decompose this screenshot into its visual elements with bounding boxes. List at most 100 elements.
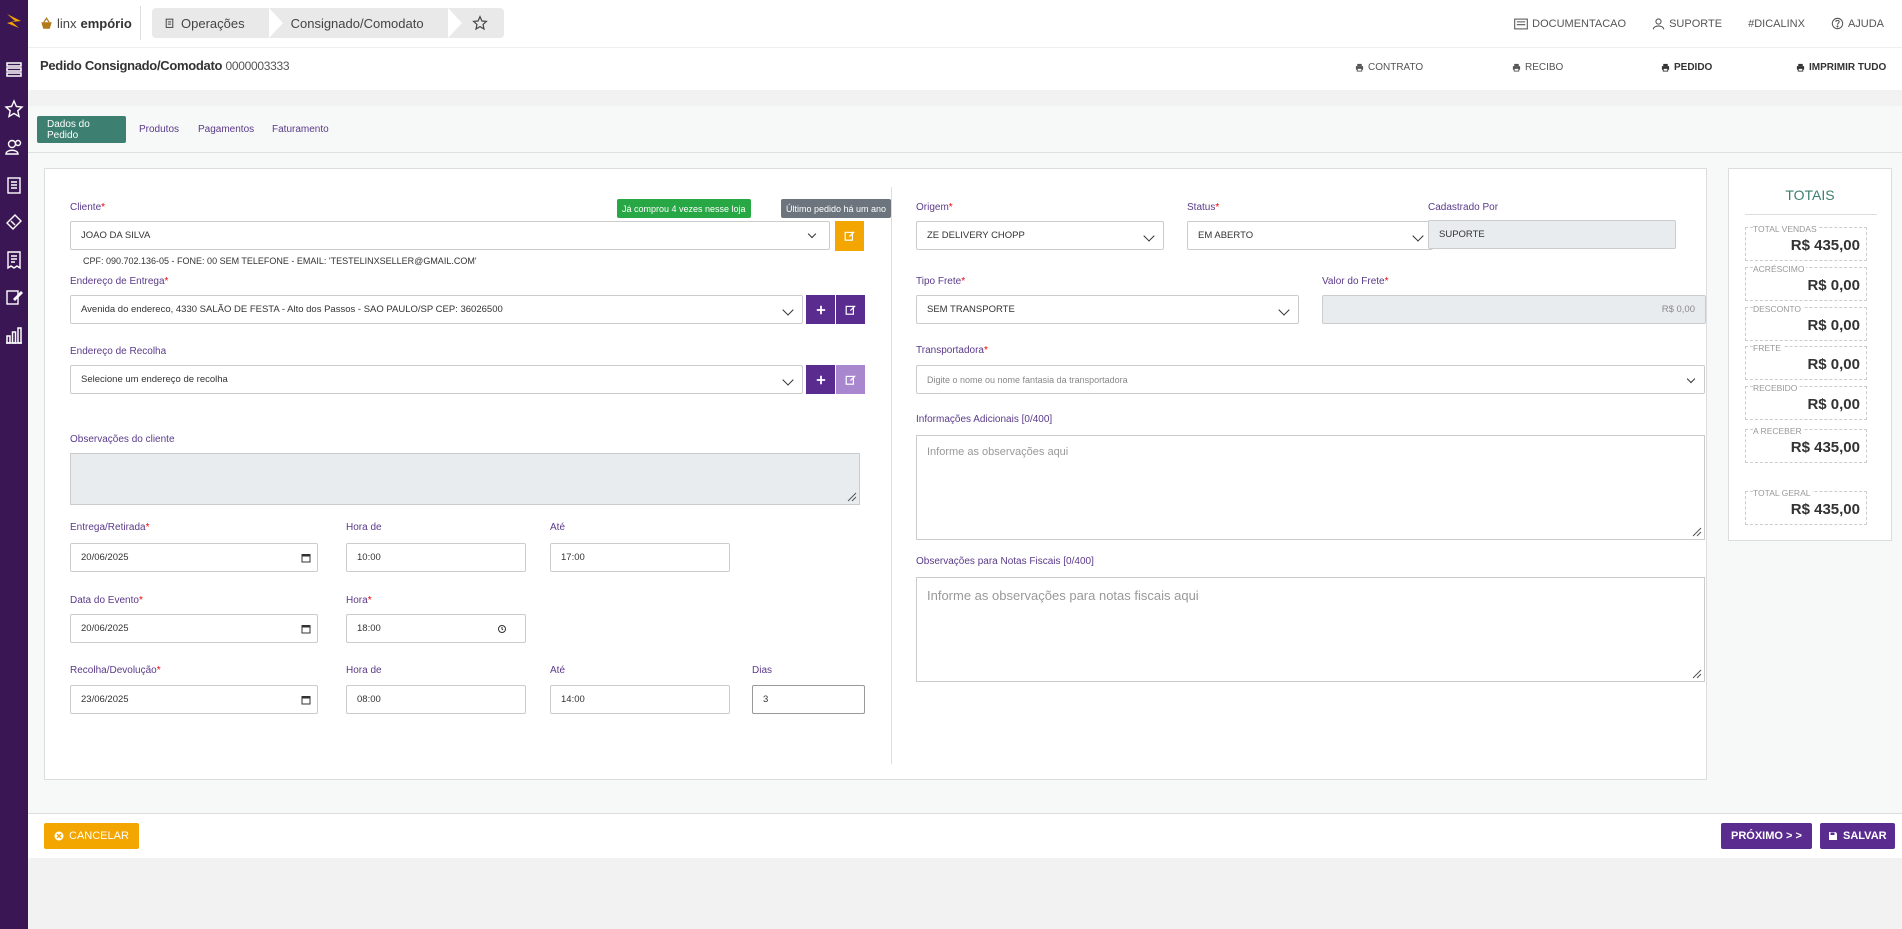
column-divider (891, 187, 892, 764)
linx-logo-icon[interactable] (0, 8, 28, 34)
origem-select[interactable]: ZE DELIVERY CHOPP (916, 221, 1164, 250)
top-bar: linx empório Operações Consignado/Comoda… (28, 0, 1902, 48)
content-area: Cliente* Já comprou 4 vezes nesse loja Ú… (28, 153, 1902, 813)
page-title-text: Pedido Consignado/Comodato (40, 58, 223, 73)
edit-delivery-address-button[interactable] (836, 295, 865, 324)
menu-list-icon[interactable] (0, 56, 28, 82)
chevron-down-icon (807, 229, 817, 239)
client-info-text: CPF: 090.702.136-05 - FONE: 00 SEM TELEF… (83, 256, 477, 266)
cancel-label: CANCELAR (69, 830, 129, 842)
page-title: Pedido Consignado/Comodato 0000003333 (40, 58, 290, 73)
clipboard-icon[interactable] (0, 172, 28, 198)
chevron-down-icon (1412, 230, 1424, 242)
resize-handle-icon[interactable] (1692, 669, 1702, 679)
imprimir-tudo-button[interactable]: IMPRIMIR TUDO (1796, 62, 1886, 73)
tab-pagamentos[interactable]: Pagamentos (188, 116, 264, 143)
top-nav: DOCUMENTACAO SUPORTE #DICALINX AJUDA (1514, 17, 1884, 30)
ticket-icon[interactable] (0, 209, 28, 235)
obs-cliente-textarea[interactable] (70, 453, 860, 505)
printer-icon (1512, 63, 1521, 72)
obs-notas-placeholder: Informe as observações para notas fiscai… (927, 588, 1199, 603)
cliente-value: JOAO DA SILVA (81, 230, 151, 241)
recolha-value: Selecione um endereço de recolha (81, 374, 228, 385)
obs-notas-label: Observações para Notas Fiscais [0/400] (916, 556, 1094, 567)
documentacao-link[interactable]: DOCUMENTACAO (1514, 18, 1626, 30)
ate2-input[interactable]: 14:00 (550, 685, 730, 714)
obs-cliente-label: Observações do cliente (70, 434, 175, 445)
hora-de-label: Hora de (346, 522, 382, 533)
app-logo[interactable]: linx empório (40, 16, 132, 31)
ate-input[interactable]: 17:00 (550, 543, 730, 572)
add-pickup-address-button[interactable] (806, 365, 835, 394)
origem-label: Origem* (916, 202, 953, 213)
edit-document-icon[interactable] (0, 284, 28, 310)
breadcrumb: Operações Consignado/Comodato (152, 8, 504, 38)
receipt-icon[interactable] (0, 247, 28, 273)
hora-de2-input[interactable]: 08:00 (346, 685, 526, 714)
ajuda-link[interactable]: AJUDA (1831, 17, 1884, 30)
ate-label: Até (550, 522, 566, 533)
calendar-icon[interactable] (301, 695, 311, 705)
resize-handle-icon[interactable] (847, 492, 857, 502)
brand-light: linx (57, 16, 77, 31)
star-icon[interactable] (0, 96, 28, 122)
calendar-icon[interactable] (301, 553, 311, 563)
valor-frete-field: R$ 0,00 (1322, 295, 1706, 324)
entrega-address-select[interactable]: Avenida do endereco, 4330 SALÃO DE FESTA… (70, 295, 803, 324)
dias-input[interactable]: 3 (752, 685, 865, 714)
save-icon (1829, 832, 1837, 840)
dicalinx-link[interactable]: #DICALINX (1748, 18, 1805, 30)
users-icon[interactable] (0, 134, 28, 160)
save-button[interactable]: SALVAR (1820, 823, 1895, 849)
tipo-frete-value: SEM TRANSPORTE (927, 304, 1015, 315)
divider (140, 6, 141, 40)
clock-icon[interactable] (497, 624, 507, 634)
chevron-down-icon (1143, 230, 1155, 242)
chevron-down-icon (1686, 374, 1696, 384)
transportadora-select[interactable]: Digite o nome ou nome fantasia da transp… (916, 365, 1705, 394)
edit-icon (844, 231, 855, 241)
hora-label: Hora* (346, 595, 372, 606)
cancel-button[interactable]: CANCELAR (44, 823, 139, 849)
recibo-button[interactable]: RECIBO (1512, 62, 1563, 73)
hora-input[interactable]: 18:00 (346, 614, 526, 643)
recolha-address-select[interactable]: Selecione um endereço de recolha (70, 365, 803, 394)
origem-value: ZE DELIVERY CHOPP (927, 230, 1025, 241)
recolha-devolucao-date[interactable]: 23/06/2025 (70, 685, 318, 714)
entrega-retirada-date[interactable]: 20/06/2025 (70, 543, 318, 572)
tab-dados-pedido[interactable]: Dados do Pedido (37, 116, 126, 143)
recolha-devolucao-label: Recolha/Devolução* (70, 665, 161, 676)
chevron-down-icon (782, 304, 794, 316)
cliente-label: Cliente* (70, 202, 106, 213)
edit-client-button[interactable] (835, 221, 864, 251)
printer-icon (1355, 63, 1364, 72)
next-button[interactable]: PRÓXIMO > > (1721, 823, 1812, 849)
data-evento-date[interactable]: 20/06/2025 (70, 614, 318, 643)
pedido-button[interactable]: PEDIDO (1661, 62, 1712, 73)
status-value: EM ABERTO (1198, 230, 1254, 241)
recolha-devolucao-value: 23/06/2025 (81, 694, 129, 705)
status-select[interactable]: EM ABERTO (1187, 221, 1433, 250)
suporte-link[interactable]: SUPORTE (1652, 17, 1722, 30)
edit-pickup-address-button[interactable] (836, 365, 865, 394)
resize-handle-icon[interactable] (1692, 527, 1702, 537)
chart-icon[interactable] (0, 322, 28, 348)
calendar-icon[interactable] (301, 624, 311, 634)
contrato-button[interactable]: CONTRATO (1355, 62, 1423, 73)
dias-label: Dias (752, 665, 773, 676)
order-number: 0000003333 (225, 59, 290, 73)
book-icon (1514, 18, 1528, 29)
breadcrumb-consignado[interactable]: Consignado/Comodato (267, 8, 462, 38)
add-delivery-address-button[interactable] (806, 295, 835, 324)
hora-de-input[interactable]: 10:00 (346, 543, 526, 572)
tipo-frete-select[interactable]: SEM TRANSPORTE (916, 295, 1299, 324)
tab-produtos[interactable]: Produtos (129, 116, 189, 143)
page-header: Pedido Consignado/Comodato 0000003333 CO… (28, 48, 1902, 90)
transportadora-placeholder: Digite o nome ou nome fantasia da transp… (927, 374, 1128, 385)
cliente-select[interactable]: JOAO DA SILVA (70, 221, 830, 250)
entrega-value: Avenida do endereco, 4330 SALÃO DE FESTA… (81, 304, 503, 315)
breadcrumb-operacoes[interactable]: Operações (152, 8, 283, 38)
info-adicionais-textarea[interactable]: Informe as observações aqui (916, 435, 1705, 540)
tab-faturamento[interactable]: Faturamento (262, 116, 339, 143)
obs-notas-textarea[interactable]: Informe as observações para notas fiscai… (916, 577, 1705, 682)
